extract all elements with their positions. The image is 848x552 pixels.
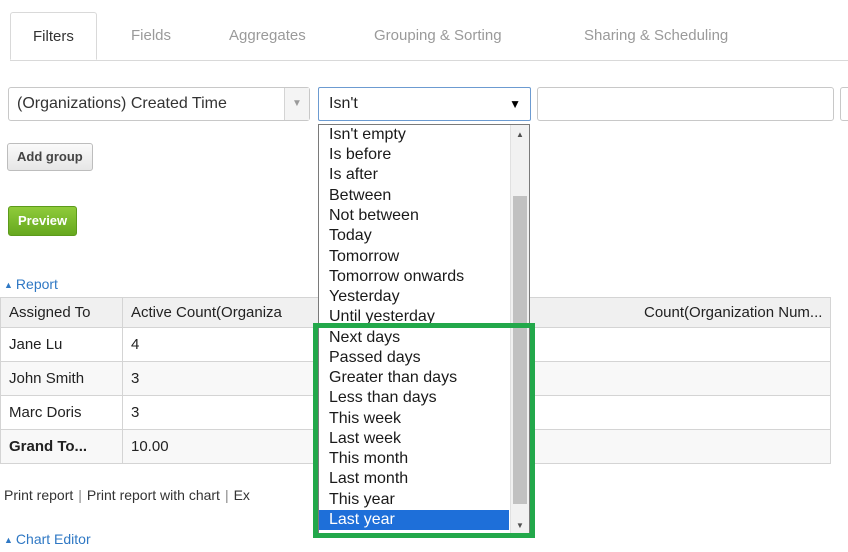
filter-extra-input[interactable] [840,87,848,121]
dropdown-option[interactable]: Tomorrow onwards [319,267,509,287]
chevron-down-icon[interactable]: ▼ [509,88,521,120]
dropdown-option[interactable]: Last week [319,429,509,449]
grand-total-label: Grand To... [0,429,123,464]
dropdown-option[interactable]: Passed days [319,348,509,368]
separator: | [224,487,229,503]
operator-dropdown-list[interactable]: Isn't empty Is before Is after Between N… [318,124,530,537]
dropdown-option[interactable]: Next days [319,328,509,348]
dropdown-option[interactable]: Greater than days [319,368,509,388]
dropdown-option[interactable]: Is before [319,145,509,165]
dropdown-option[interactable]: Last month [319,469,509,489]
dropdown-option[interactable]: Today [319,226,509,246]
dropdown-option[interactable]: Until yesterday [319,307,509,327]
triangle-up-icon: ▲ [4,280,13,290]
scrollbar-thumb[interactable] [513,196,527,504]
dropdown-option[interactable]: This week [319,409,509,429]
print-report-with-chart-link[interactable]: Print report with chart [87,487,220,503]
dropdown-option[interactable]: This year [319,490,509,510]
dropdown-option[interactable]: This month [319,449,509,469]
report-section-label: Report [15,276,58,292]
scroll-down-arrow-icon[interactable]: ▼ [511,518,529,534]
tab-grouping-sorting[interactable]: Grouping & Sorting [374,12,502,60]
cell-assigned-to: Marc Doris [0,395,123,430]
export-link[interactable]: Ex [234,487,250,503]
preview-button[interactable]: Preview [8,206,78,236]
dropdown-option-selected[interactable]: Last year [319,510,509,530]
cell-assigned-to: John Smith [0,361,123,396]
dropdown-option[interactable]: Tomorrow [319,247,509,267]
print-links: Print report | Print report with chart | Ex [4,487,250,503]
dropdown-option[interactable]: Less than days [319,388,509,408]
report-section-toggle[interactable]: ▲ Report [4,276,58,292]
column-header-assigned-to[interactable]: Assigned To [0,297,123,328]
dropdown-option[interactable]: Is after [319,165,509,185]
add-group-button[interactable]: Add group [7,143,93,171]
tab-aggregates[interactable]: Aggregates [229,12,306,60]
dropdown-option[interactable]: Between [319,186,509,206]
print-report-link[interactable]: Print report [4,487,73,503]
dropdown-option[interactable]: Yesterday [319,287,509,307]
dropdown-scrollbar[interactable]: ▲ ▼ [510,125,529,536]
filter-operator-value: Isn't [329,95,358,112]
dropdown-option[interactable]: Not between [319,206,509,226]
filter-operator-select[interactable]: Isn't ▼ [318,87,531,121]
tab-filters[interactable]: Filters [10,12,97,60]
tab-sharing-scheduling[interactable]: Sharing & Scheduling [584,12,728,60]
triangle-up-icon: ▲ [4,535,13,545]
tab-fields[interactable]: Fields [131,12,171,60]
chart-editor-label: Chart Editor [15,531,91,547]
chart-editor-toggle[interactable]: ▲ Chart Editor [4,531,91,547]
separator: | [78,487,82,503]
filter-field-value: (Organizations) Created Time [17,95,227,112]
tab-bar: Filters Fields Aggregates Grouping & Sor… [10,12,848,61]
scroll-up-arrow-icon[interactable]: ▲ [511,127,529,143]
filter-value-input[interactable] [537,87,834,121]
dropdown-option[interactable]: Isn't empty [319,125,509,145]
cell-assigned-to: Jane Lu [0,327,123,362]
chevron-down-icon[interactable]: ▼ [284,88,309,120]
filter-field-select[interactable]: (Organizations) Created Time ▼ [8,87,310,121]
